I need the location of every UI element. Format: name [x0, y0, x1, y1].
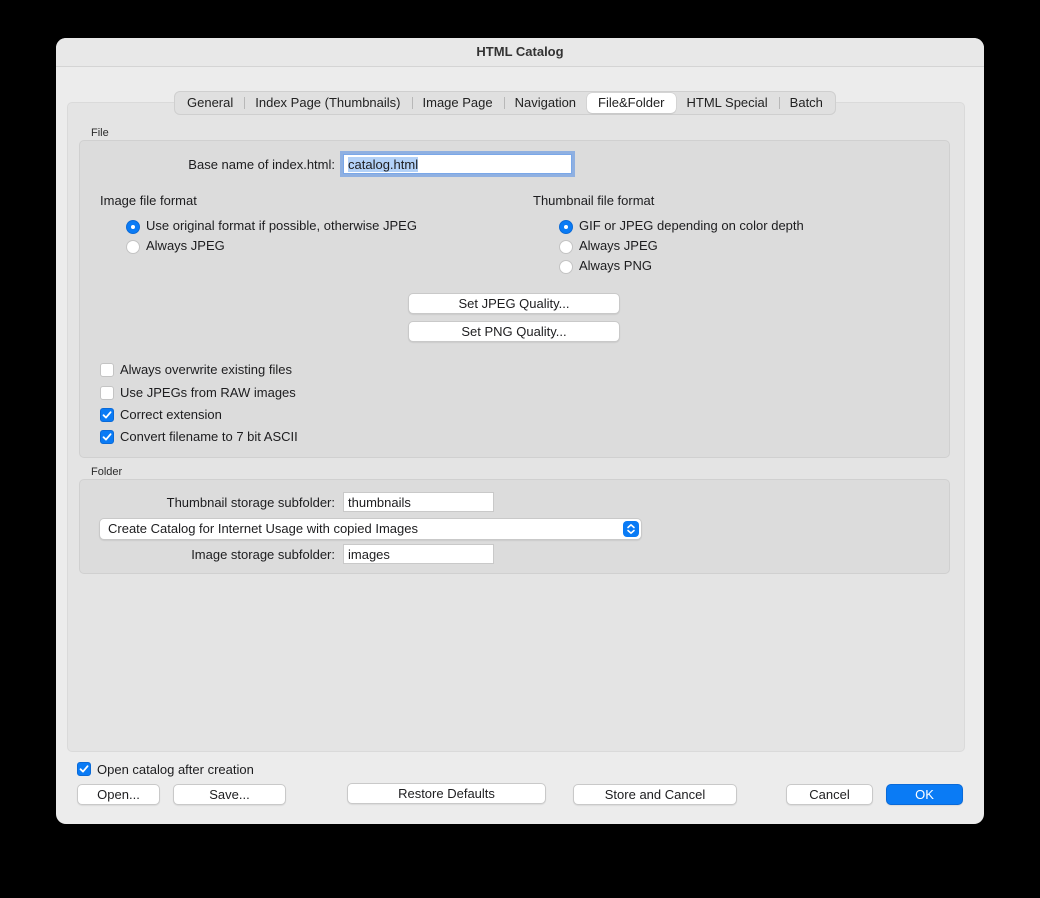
tab-image-page[interactable]: Image Page [411, 93, 504, 113]
thumb-subfolder-input[interactable]: thumbnails [343, 492, 494, 512]
convert-ascii-label: Convert filename to 7 bit ASCII [120, 429, 298, 444]
tab-batch[interactable]: Batch [778, 93, 834, 113]
base-name-label: Base name of index.html: [188, 157, 335, 172]
checkmark-icon [102, 433, 112, 441]
image-format-jpeg-radio[interactable] [126, 240, 140, 254]
set-jpeg-quality-button[interactable]: Set JPEG Quality... [408, 293, 620, 314]
always-overwrite-checkbox[interactable] [100, 363, 114, 377]
cancel-button[interactable]: Cancel [786, 784, 873, 805]
convert-ascii-checkbox[interactable] [100, 430, 114, 444]
thumb-format-gif-jpeg-radio[interactable] [559, 220, 573, 234]
save-button[interactable]: Save... [173, 784, 286, 805]
image-subfolder-input[interactable]: images [343, 544, 494, 564]
image-format-original-radio[interactable] [126, 220, 140, 234]
thumb-format-gif-jpeg-label: GIF or JPEG depending on color depth [579, 218, 804, 233]
catalog-mode-select[interactable]: Create Catalog for Internet Usage with c… [99, 518, 642, 540]
html-catalog-window: HTML Catalog General Index Page (Thumbna… [56, 38, 984, 824]
chevron-up-down-icon [623, 521, 639, 537]
always-overwrite-label: Always overwrite existing files [120, 362, 292, 377]
file-section-label: File [91, 127, 109, 139]
open-button[interactable]: Open... [77, 784, 160, 805]
checkmark-icon [102, 411, 112, 419]
store-and-cancel-button[interactable]: Store and Cancel [573, 784, 737, 805]
correct-extension-label: Correct extension [120, 407, 222, 422]
checkmark-icon [79, 765, 89, 773]
tab-navigation[interactable]: Navigation [503, 93, 587, 113]
catalog-mode-value: Create Catalog for Internet Usage with c… [108, 521, 419, 536]
image-format-title: Image file format [100, 193, 197, 208]
thumb-format-png-radio[interactable] [559, 260, 573, 274]
image-subfolder-label: Image storage subfolder: [191, 547, 335, 562]
use-jpegs-raw-checkbox[interactable] [100, 386, 114, 400]
correct-extension-checkbox[interactable] [100, 408, 114, 422]
tab-file-folder[interactable]: File&Folder [587, 93, 676, 113]
image-format-jpeg-label: Always JPEG [146, 238, 225, 253]
open-after-creation-checkbox[interactable] [77, 762, 91, 776]
tab-html-special[interactable]: HTML Special [676, 93, 779, 113]
thumb-format-jpeg-label: Always JPEG [579, 238, 658, 253]
thumbnail-format-title: Thumbnail file format [533, 193, 655, 208]
ok-button[interactable]: OK [886, 784, 963, 805]
folder-section-label: Folder [91, 466, 123, 478]
base-name-value: catalog.html [348, 157, 419, 172]
thumb-subfolder-label: Thumbnail storage subfolder: [166, 495, 335, 510]
thumb-format-png-label: Always PNG [579, 258, 652, 273]
use-jpegs-raw-label: Use JPEGs from RAW images [120, 385, 296, 400]
image-format-original-label: Use original format if possible, otherwi… [146, 218, 417, 233]
base-name-input[interactable]: catalog.html [343, 154, 572, 174]
restore-defaults-button[interactable]: Restore Defaults [347, 783, 546, 804]
tab-general[interactable]: General [176, 93, 244, 113]
open-after-creation-label: Open catalog after creation [97, 762, 254, 777]
tab-bar: General Index Page (Thumbnails) Image Pa… [174, 91, 836, 115]
window-title: HTML Catalog [56, 38, 984, 67]
thumb-format-jpeg-radio[interactable] [559, 240, 573, 254]
set-png-quality-button[interactable]: Set PNG Quality... [408, 321, 620, 342]
tab-index-page[interactable]: Index Page (Thumbnails) [244, 93, 411, 113]
